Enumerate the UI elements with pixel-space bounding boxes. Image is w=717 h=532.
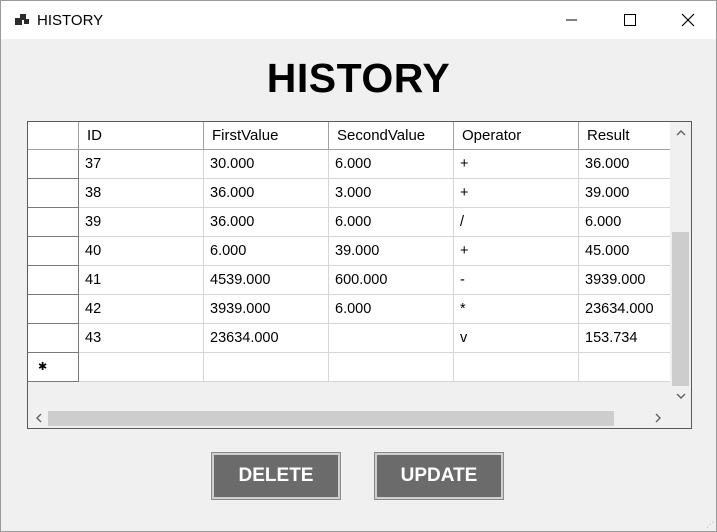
new-cell-firstvalue[interactable] [204, 353, 329, 382]
grid-header-row: ID FirstValue SecondValue Operator Resul… [28, 122, 671, 150]
column-header-result[interactable]: Result [579, 122, 671, 149]
table-row[interactable]: 39 36.000 6.000 / 6.000 [28, 208, 671, 237]
column-header-secondvalue[interactable]: SecondValue [329, 122, 454, 149]
minimize-icon [566, 19, 577, 21]
cell-firstvalue[interactable]: 23634.000 [204, 324, 329, 353]
chevron-up-icon [676, 129, 685, 135]
cell-result[interactable]: 3939.000 [579, 266, 671, 295]
scroll-left-button[interactable] [28, 408, 49, 428]
cell-id[interactable]: 43 [79, 324, 204, 353]
cell-id[interactable]: 41 [79, 266, 204, 295]
close-button[interactable] [659, 1, 717, 39]
cell-operator[interactable]: / [454, 208, 579, 237]
update-button[interactable]: UPDATE [374, 452, 504, 500]
maximize-button[interactable] [601, 1, 659, 39]
close-icon [681, 13, 695, 27]
new-row-header[interactable]: ✱ [28, 353, 79, 382]
new-row-marker-icon: ✱ [38, 361, 48, 373]
cell-firstvalue[interactable]: 30.000 [204, 150, 329, 179]
table-row[interactable]: 37 30.000 6.000 + 36.000 [28, 150, 671, 179]
row-header[interactable] [28, 295, 79, 324]
history-window: HISTORY HISTORY ID FirstValue SecondValu… [0, 0, 717, 532]
scrollbar-corner [670, 408, 691, 428]
column-header-id[interactable]: ID [79, 122, 204, 149]
history-grid[interactable]: ID FirstValue SecondValue Operator Resul… [27, 121, 692, 429]
row-header-corner[interactable] [28, 122, 79, 149]
grid-body: 37 30.000 6.000 + 36.000 38 36.000 3.000… [28, 150, 671, 382]
vertical-scroll-thumb[interactable] [672, 232, 689, 386]
row-header[interactable] [28, 237, 79, 266]
cell-result[interactable]: 6.000 [579, 208, 671, 237]
maximize-icon [624, 14, 636, 26]
cell-firstvalue[interactable]: 4539.000 [204, 266, 329, 295]
cell-id[interactable]: 42 [79, 295, 204, 324]
cell-secondvalue[interactable]: 6.000 [329, 295, 454, 324]
cell-operator[interactable]: - [454, 266, 579, 295]
window-title: HISTORY [37, 12, 104, 29]
cell-operator[interactable]: * [454, 295, 579, 324]
table-row[interactable]: 43 23634.000 v 153.734 [28, 324, 671, 353]
scroll-right-button[interactable] [648, 408, 669, 428]
cell-result[interactable]: 39.000 [579, 179, 671, 208]
cell-operator[interactable]: + [454, 150, 579, 179]
cell-id[interactable]: 38 [79, 179, 204, 208]
cell-firstvalue[interactable]: 36.000 [204, 179, 329, 208]
delete-button[interactable]: DELETE [211, 452, 341, 500]
table-row[interactable]: 41 4539.000 600.000 - 3939.000 [28, 266, 671, 295]
table-row[interactable]: 42 3939.000 6.000 * 23634.000 [28, 295, 671, 324]
new-cell-operator[interactable] [454, 353, 579, 382]
horizontal-scrollbar[interactable] [28, 408, 670, 428]
cell-id[interactable]: 39 [79, 208, 204, 237]
cell-result[interactable]: 45.000 [579, 237, 671, 266]
cell-id[interactable]: 37 [79, 150, 204, 179]
row-header[interactable] [28, 324, 79, 353]
cell-secondvalue[interactable]: 6.000 [329, 208, 454, 237]
scroll-up-button[interactable] [670, 122, 691, 142]
cell-id[interactable]: 40 [79, 237, 204, 266]
cell-result[interactable]: 36.000 [579, 150, 671, 179]
cell-firstvalue[interactable]: 3939.000 [204, 295, 329, 324]
table-row[interactable]: 38 36.000 3.000 + 39.000 [28, 179, 671, 208]
cell-firstvalue[interactable]: 36.000 [204, 208, 329, 237]
row-header[interactable] [28, 179, 79, 208]
minimize-button[interactable] [543, 1, 601, 39]
chevron-down-icon [676, 393, 685, 399]
cell-secondvalue[interactable]: 6.000 [329, 150, 454, 179]
cell-secondvalue[interactable]: 600.000 [329, 266, 454, 295]
chevron-right-icon [655, 413, 661, 423]
chevron-left-icon [36, 413, 42, 423]
cell-result[interactable]: 153.734 [579, 324, 671, 353]
horizontal-scroll-thumb[interactable] [48, 411, 614, 426]
cell-secondvalue[interactable]: 39.000 [329, 237, 454, 266]
table-row[interactable]: 40 6.000 39.000 + 45.000 [28, 237, 671, 266]
new-cell-secondvalue[interactable] [329, 353, 454, 382]
cell-operator[interactable]: + [454, 237, 579, 266]
column-header-firstvalue[interactable]: FirstValue [204, 122, 329, 149]
cell-secondvalue[interactable] [329, 324, 454, 353]
cell-operator[interactable]: v [454, 324, 579, 353]
resize-grip-icon[interactable]: ⋰ [706, 520, 714, 529]
cell-result[interactable]: 23634.000 [579, 295, 671, 324]
new-cell-result[interactable] [579, 353, 671, 382]
scroll-down-button[interactable] [670, 386, 691, 406]
new-row[interactable]: ✱ [28, 353, 671, 382]
row-header[interactable] [28, 150, 79, 179]
app-icon [15, 13, 29, 27]
page-title: HISTORY [266, 55, 451, 101]
title-bar[interactable]: HISTORY [1, 1, 716, 39]
cell-secondvalue[interactable]: 3.000 [329, 179, 454, 208]
vertical-scrollbar[interactable] [670, 122, 691, 408]
row-header[interactable] [28, 266, 79, 295]
new-cell-id[interactable] [79, 353, 204, 382]
cell-firstvalue[interactable]: 6.000 [204, 237, 329, 266]
row-header[interactable] [28, 208, 79, 237]
column-header-operator[interactable]: Operator [454, 122, 579, 149]
cell-operator[interactable]: + [454, 179, 579, 208]
